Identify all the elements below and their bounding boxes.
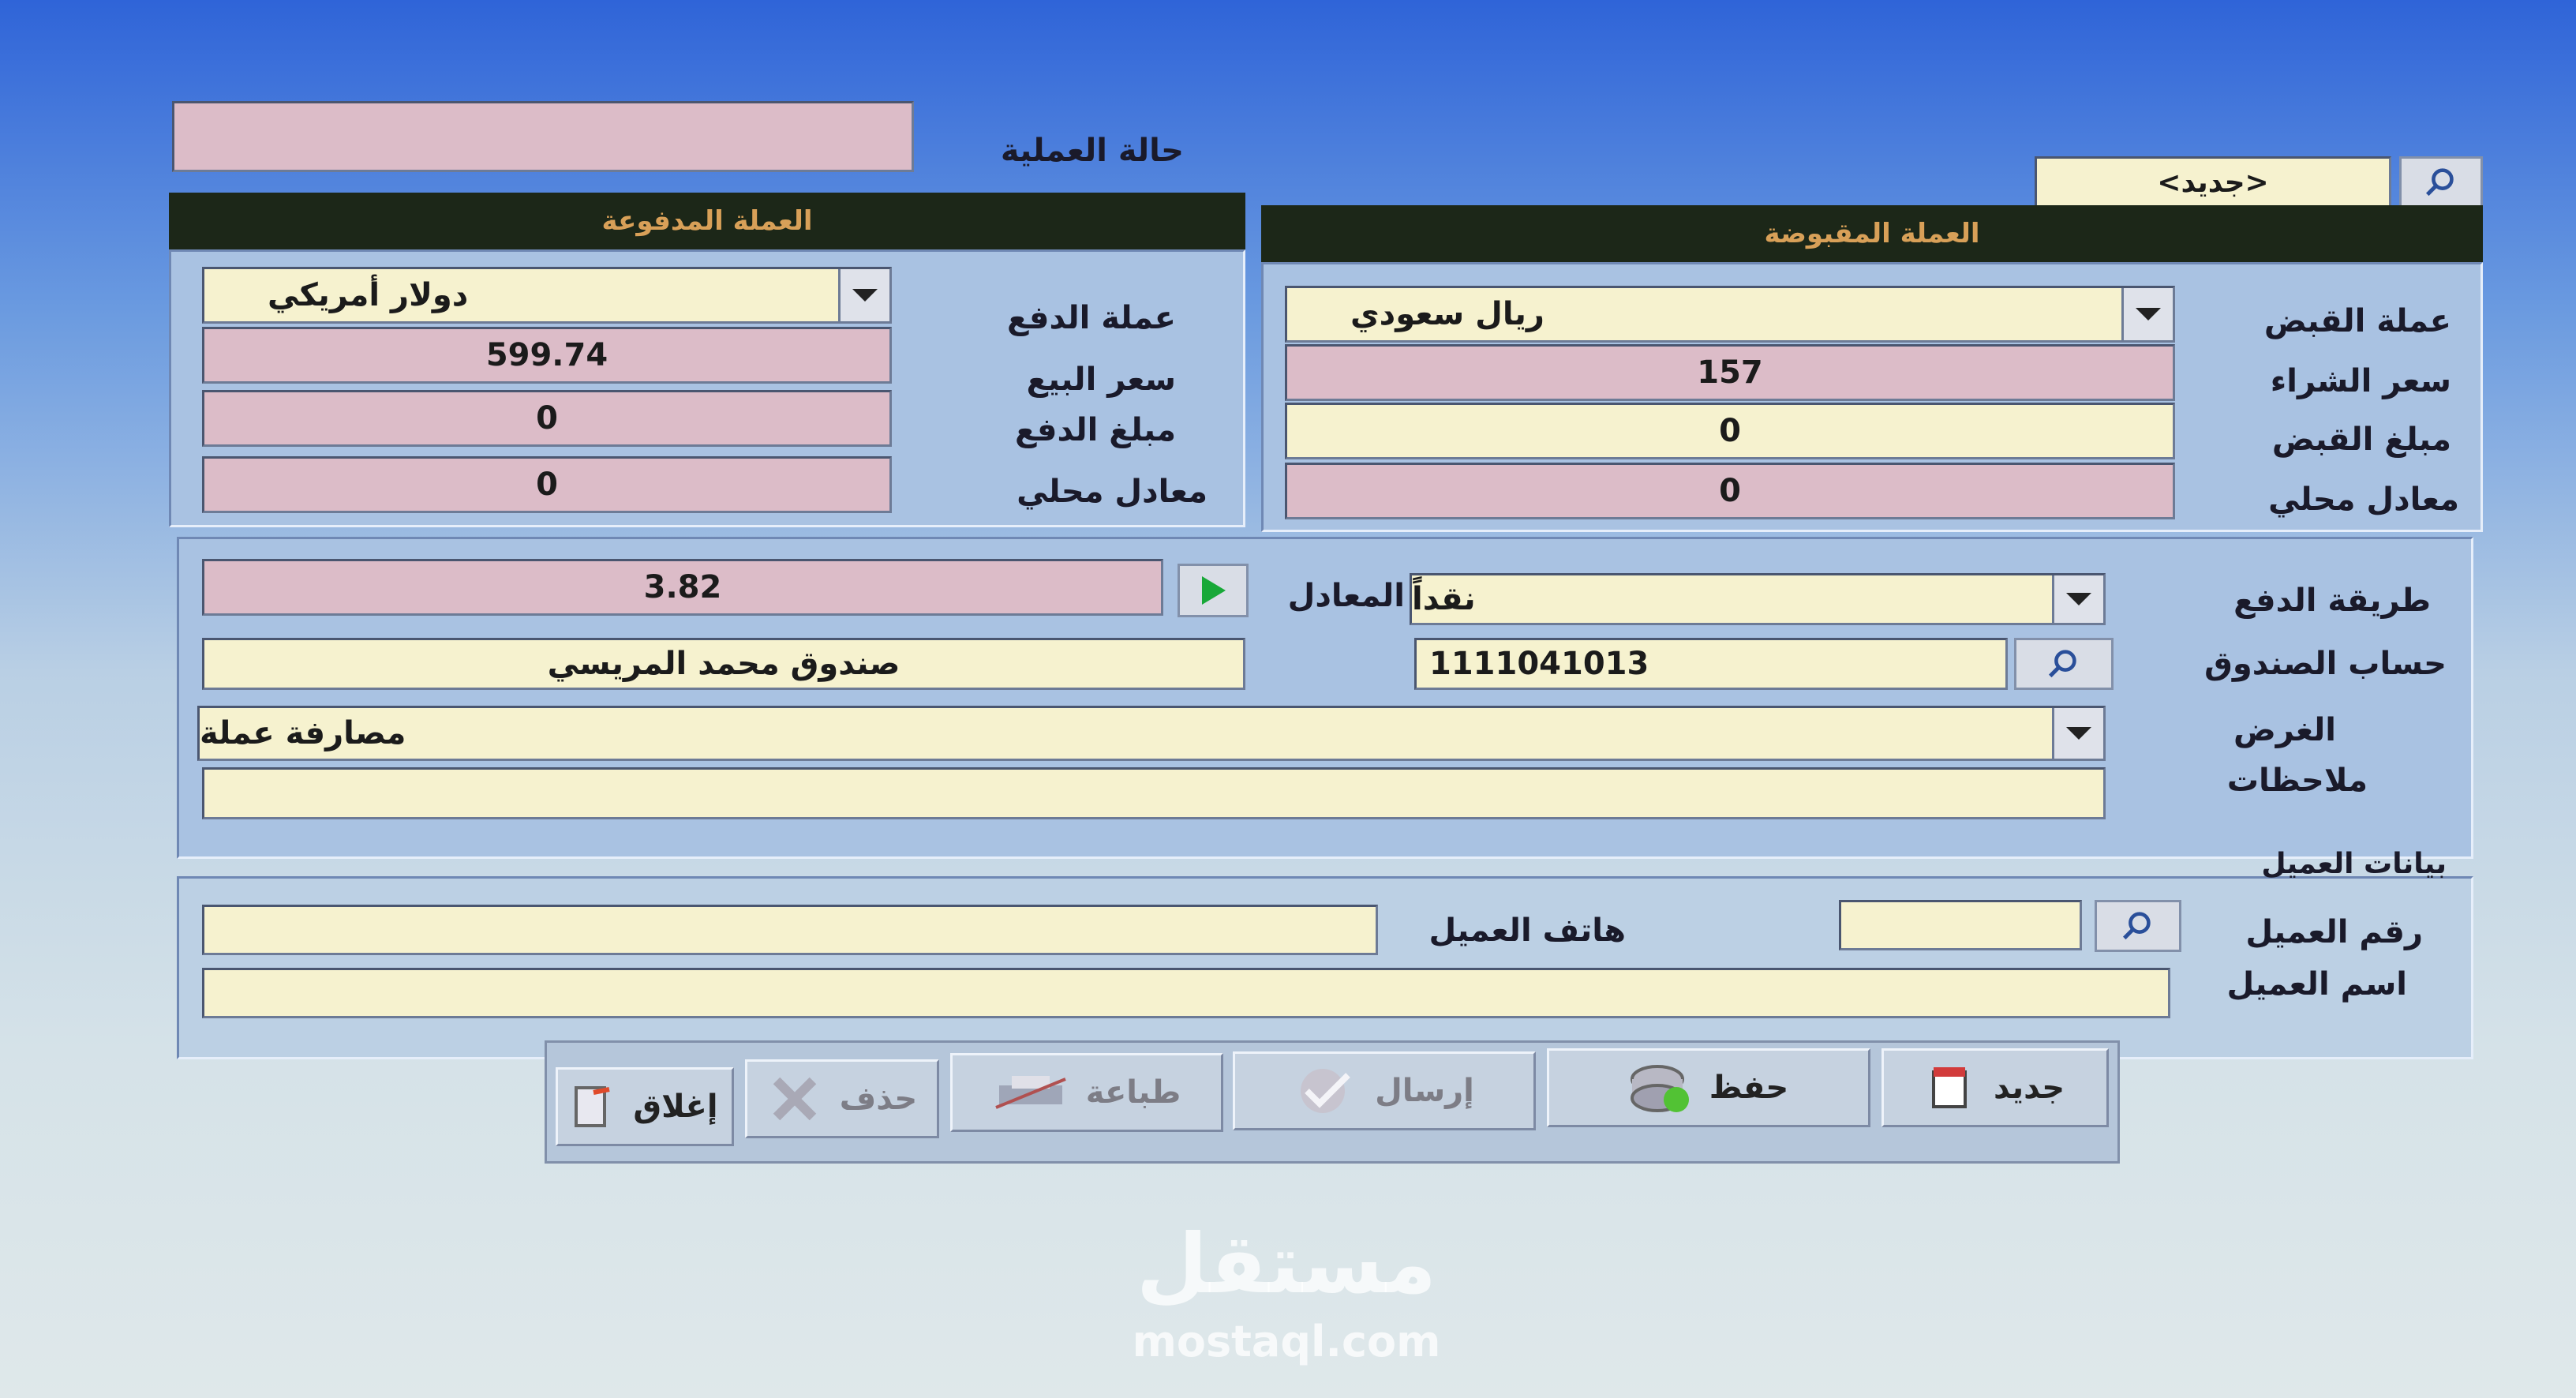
paid-local-label: معادل محلي: [1017, 474, 1208, 510]
operation-status-field: [172, 101, 914, 172]
chevron-down-icon: [2136, 308, 2161, 320]
equivalent-calc-button[interactable]: [1178, 564, 1249, 617]
exit-icon: [575, 1086, 611, 1127]
cashbox-name-field: صندوق محمد المريسي: [202, 638, 1245, 690]
received-local-label: معادل محلي: [2268, 482, 2459, 518]
notes-label: ملاحظات: [2226, 763, 2368, 799]
send-button[interactable]: إرسال: [1233, 1051, 1536, 1130]
received-currency-header: العملة المقبوضة: [1261, 205, 2483, 262]
watermark-latin: mostaql.com: [1132, 1317, 1441, 1366]
customer-name-field[interactable]: [202, 968, 2170, 1018]
close-button[interactable]: إغلاق: [556, 1067, 734, 1146]
customer-number-label: رقم العميل: [2245, 914, 2423, 950]
chevron-down-icon: [852, 289, 878, 302]
cashbox-account-label: حساب الصندوق: [2204, 646, 2447, 682]
purpose-dropdown-button[interactable]: [2052, 708, 2103, 759]
equivalent-field: 3.82: [202, 559, 1163, 616]
received-currency-label: عملة القبض: [2263, 303, 2451, 339]
save-disk-icon: [1630, 1065, 1689, 1112]
purpose-label: الغرض: [2233, 712, 2336, 748]
payment-method-label: طريقة الدفع: [2233, 583, 2431, 619]
chevron-down-icon: [2066, 727, 2091, 740]
payment-method-dropdown-button[interactable]: [2052, 575, 2103, 623]
printer-icon: [994, 1076, 1066, 1109]
new-button[interactable]: جديد: [1881, 1048, 2109, 1127]
save-button[interactable]: حفظ: [1547, 1048, 1870, 1127]
new-document-icon: [1931, 1067, 1967, 1108]
customer-lookup-button[interactable]: [2095, 900, 2181, 952]
received-rate-label: سعر الشراء: [2270, 363, 2451, 399]
received-amount-label: مبلغ القبض: [2271, 422, 2451, 458]
paid-amount-label: مبلغ الدفع: [1014, 412, 1176, 448]
paid-local-field: 0: [202, 456, 892, 513]
search-icon: [2425, 168, 2454, 197]
paid-currency-label: عملة الدفع: [1006, 300, 1176, 336]
paid-rate-label: سعر البيع: [1026, 362, 1176, 398]
customer-group-label: بيانات العميل: [2261, 848, 2447, 880]
equivalent-label: المعادل: [1287, 578, 1405, 614]
checkmark-icon: [1301, 1069, 1350, 1113]
paid-currency-combo[interactable]: دولار أمريكي: [202, 267, 892, 324]
paid-rate-field[interactable]: 599.74: [202, 327, 892, 384]
received-currency-combo[interactable]: ريال سعودي: [1285, 286, 2175, 343]
record-search-field[interactable]: <جديد>: [2035, 156, 2391, 208]
paid-currency-header: العملة المدفوعة: [169, 193, 1245, 249]
customer-phone-field[interactable]: [202, 905, 1378, 955]
purpose-combo[interactable]: مصارفة عملة: [197, 706, 2106, 761]
paid-currency-dropdown-button[interactable]: [838, 269, 889, 321]
paid-amount-field[interactable]: 0: [202, 390, 892, 447]
search-icon: [2122, 912, 2151, 940]
cashbox-lookup-button[interactable]: [2014, 638, 2114, 690]
received-currency-dropdown-button[interactable]: [2121, 288, 2173, 340]
payment-method-combo[interactable]: نقداً: [1410, 573, 2106, 625]
chevron-down-icon: [2066, 593, 2091, 605]
received-amount-field[interactable]: 0: [1285, 403, 2175, 459]
search-icon: [2048, 650, 2076, 678]
received-rate-field[interactable]: 157: [1285, 344, 2175, 401]
customer-number-field[interactable]: [1839, 900, 2082, 950]
record-search-button[interactable]: [2399, 156, 2483, 208]
received-local-field: 0: [1285, 463, 2175, 519]
operation-status-label: حالة العملية: [1000, 133, 1184, 169]
watermark-arabic: مستقل: [1136, 1216, 1437, 1312]
print-button[interactable]: طباعة: [950, 1053, 1223, 1132]
play-icon: [1202, 576, 1226, 605]
delete-button[interactable]: حذف: [745, 1059, 939, 1138]
delete-x-icon: [773, 1077, 817, 1121]
notes-field[interactable]: [202, 767, 2106, 819]
customer-name-label: اسم العميل: [2226, 966, 2408, 1003]
cashbox-account-field[interactable]: 1111041013: [1414, 638, 2008, 690]
customer-phone-label: هاتف العميل: [1428, 913, 1627, 949]
